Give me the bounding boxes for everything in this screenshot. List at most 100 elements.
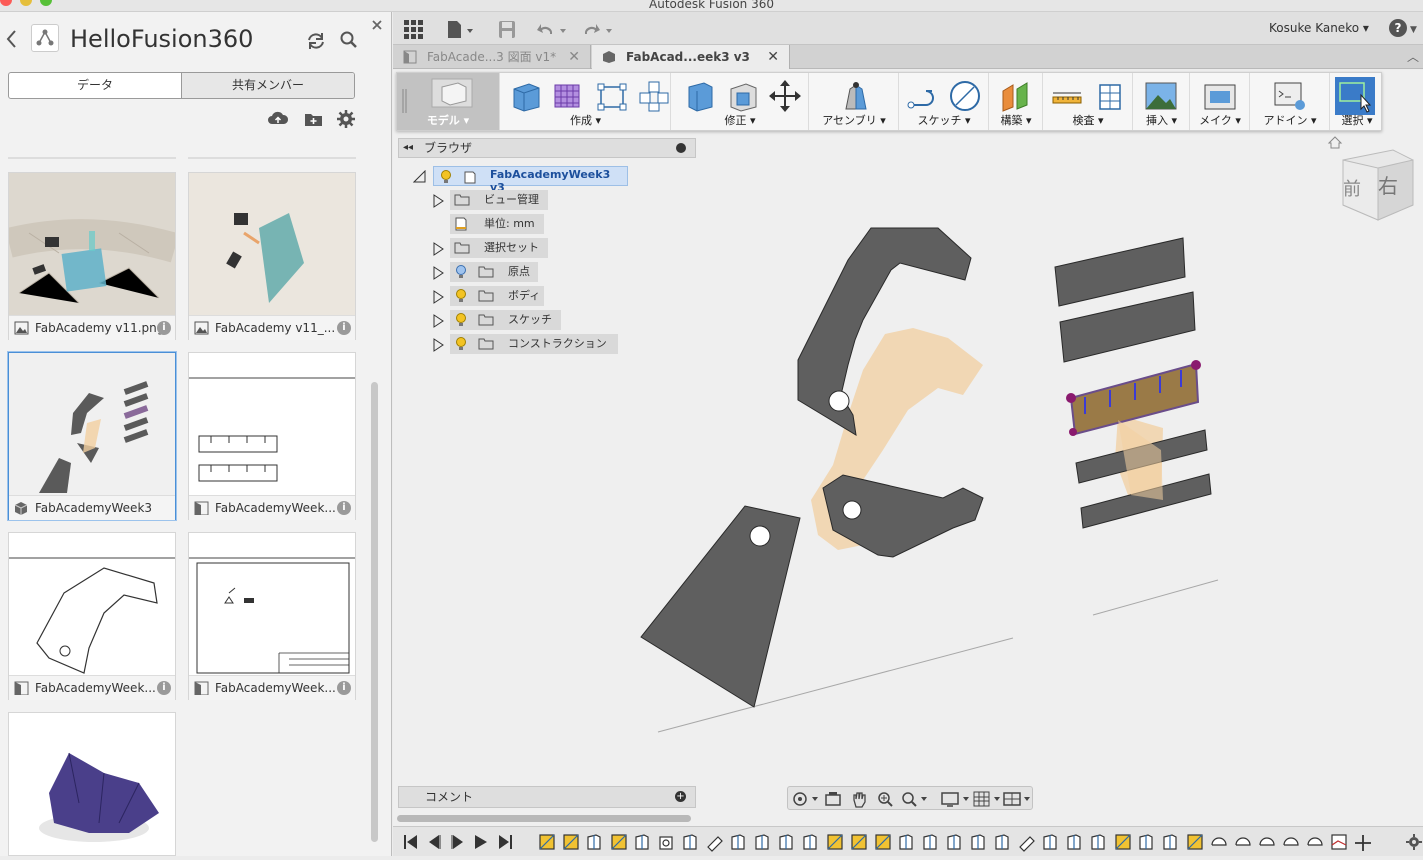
file-card[interactable]: FabAcademyWeek... i — [188, 532, 356, 700]
timeline-settings-icon[interactable] — [1405, 833, 1423, 851]
select-icon[interactable] — [1335, 77, 1375, 115]
browser-panel-header[interactable]: ◂◂ ブラウザ — [398, 138, 696, 158]
step-back-icon[interactable] — [429, 835, 441, 849]
joint-icon[interactable] — [838, 79, 872, 113]
file-card-selected[interactable]: FabAcademyWeek3 — [8, 352, 176, 520]
collapse-toolbar-icon[interactable]: ︿ — [1407, 48, 1419, 65]
timeline-features[interactable] — [538, 833, 1378, 853]
horizontal-scrollbar[interactable] — [397, 815, 691, 822]
tab-model[interactable]: FabAcad...eek3 v3 ✕ — [592, 45, 790, 69]
expand-icon[interactable] — [432, 314, 444, 328]
insert-group[interactable]: 挿入 ▾ — [1134, 73, 1190, 130]
tab-shared-members[interactable]: 共有メンバー — [181, 73, 354, 98]
visibility-bulb-icon[interactable] — [455, 289, 467, 303]
tree-node-named-views[interactable]: ビュー管理 — [450, 190, 548, 210]
expand-icon[interactable] — [432, 194, 444, 208]
expand-icon[interactable] — [432, 266, 444, 280]
pan-hand-icon[interactable] — [850, 790, 868, 808]
step-forward-icon[interactable] — [451, 835, 463, 849]
display-settings-icon[interactable] — [940, 790, 972, 808]
file-card[interactable]: FabAcademy v11.png i — [8, 172, 176, 340]
undo-icon[interactable] — [536, 20, 572, 40]
back-icon[interactable] — [4, 28, 18, 50]
refresh-icon[interactable] — [305, 30, 327, 52]
select-group[interactable]: 選択 ▾ — [1331, 73, 1383, 130]
visibility-bulb-icon[interactable] — [455, 337, 467, 351]
expand-icon[interactable] — [432, 338, 444, 352]
workspace-switcher[interactable]: モデル ▾ — [397, 73, 500, 130]
help-icon[interactable]: ? — [1389, 19, 1407, 37]
collapse-browser-icon[interactable]: ◂◂ — [403, 139, 413, 157]
data-panel-grid-icon[interactable] — [404, 20, 424, 40]
browser-minus-icon[interactable] — [676, 143, 686, 153]
go-to-start-icon[interactable] — [404, 835, 417, 849]
visibility-bulb-icon[interactable] — [455, 265, 467, 279]
offset-plane-icon[interactable] — [999, 79, 1033, 113]
extrude-box-icon[interactable] — [509, 79, 543, 113]
help-dropdown-icon[interactable]: ▼ — [1410, 25, 1417, 35]
make-group[interactable]: メイク ▾ — [1191, 73, 1250, 130]
section-analysis-icon[interactable] — [1092, 79, 1126, 113]
info-icon[interactable]: i — [337, 501, 351, 515]
insert-image-icon[interactable] — [1144, 79, 1178, 113]
info-icon[interactable]: i — [157, 321, 171, 335]
measure-icon[interactable] — [1050, 79, 1084, 113]
tree-node-origin[interactable]: 原点 — [450, 262, 538, 282]
visibility-bulb-icon[interactable] — [440, 170, 452, 184]
assemble-group[interactable]: アセンブリ ▾ — [810, 73, 899, 130]
tab-data[interactable]: データ — [9, 73, 181, 98]
play-icon[interactable] — [475, 835, 487, 849]
root-component[interactable]: FabAcademyWeek3 v3 — [433, 166, 628, 194]
user-menu[interactable]: Kosuke Kaneko ▾ — [1269, 21, 1369, 35]
tree-node-units[interactable]: 単位: mm — [450, 214, 544, 234]
tree-node-sketches[interactable]: スケッチ — [450, 310, 561, 330]
addins-group[interactable]: アドイン ▾ — [1251, 73, 1330, 130]
shell-icon[interactable] — [726, 79, 760, 113]
redo-icon[interactable] — [582, 20, 618, 40]
modify-group[interactable]: 修正 ▾ — [672, 73, 809, 130]
comment-panel-header[interactable]: コメント + — [398, 786, 696, 808]
look-at-icon[interactable] — [824, 790, 842, 808]
file-card[interactable] — [8, 712, 176, 856]
grid-settings-icon[interactable] — [972, 790, 1004, 808]
sketch-group[interactable]: スケッチ ▾ — [900, 73, 989, 130]
move-icon[interactable] — [768, 79, 802, 113]
tree-node-bodies[interactable]: ボディ — [450, 286, 544, 306]
construct-group[interactable]: 構築 ▾ — [990, 73, 1043, 130]
create-group[interactable]: 作成 ▾ — [501, 73, 671, 130]
inspect-group[interactable]: 検査 ▾ — [1044, 73, 1133, 130]
home-view-icon[interactable] — [1327, 136, 1343, 149]
add-comment-icon[interactable]: + — [675, 791, 686, 802]
expand-icon[interactable] — [432, 290, 444, 304]
3d-print-icon[interactable] — [1203, 79, 1237, 113]
expand-icon[interactable] — [432, 242, 444, 256]
go-to-end-icon[interactable] — [499, 835, 512, 849]
circle-sketch-icon[interactable] — [948, 79, 982, 113]
info-icon[interactable]: i — [157, 681, 171, 695]
file-card[interactable]: FabAcademy v11_... i — [188, 172, 356, 340]
file-card[interactable]: FabAcademyWeek... i — [188, 352, 356, 520]
orbit-icon[interactable] — [792, 790, 820, 808]
scripts-icon[interactable] — [1273, 79, 1307, 113]
line-icon[interactable] — [906, 79, 940, 113]
fit-icon[interactable] — [900, 790, 930, 808]
info-icon[interactable]: i — [337, 321, 351, 335]
tree-node-selection-sets[interactable]: 選択セット — [450, 238, 548, 258]
search-icon[interactable] — [339, 30, 359, 50]
tab-drawing[interactable]: FabAcade...3 図面 v1* ✕ — [393, 45, 591, 69]
save-icon[interactable] — [498, 20, 516, 40]
pattern-icon[interactable] — [637, 79, 671, 113]
close-panel-icon[interactable] — [371, 19, 383, 31]
tree-node-construction[interactable]: コンストラクション — [450, 334, 618, 354]
zoom-icon[interactable] — [876, 790, 894, 808]
form-icon[interactable] — [551, 79, 585, 113]
panel-scrollbar[interactable] — [371, 382, 378, 842]
sketch-rectangle-icon[interactable] — [595, 79, 629, 113]
settings-gear-icon[interactable] — [337, 110, 355, 128]
close-tab-icon[interactable]: ✕ — [568, 45, 580, 69]
collapse-root-icon[interactable] — [413, 170, 427, 184]
upload-icon[interactable] — [267, 110, 289, 128]
viewports-icon[interactable] — [1002, 790, 1034, 808]
info-icon[interactable]: i — [337, 681, 351, 695]
visibility-bulb-icon[interactable] — [455, 313, 467, 327]
